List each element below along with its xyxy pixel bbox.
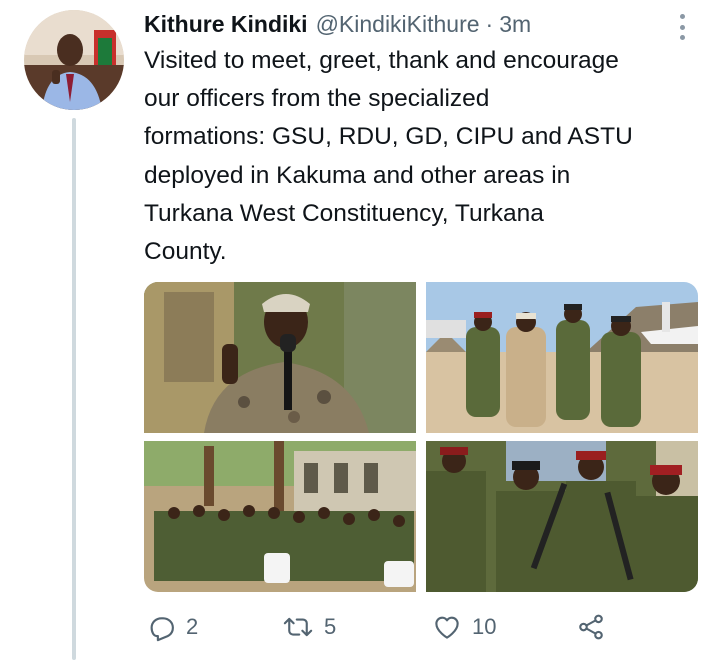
tweet-header: Kithure Kindiki @KindikiKithure · 3m — [144, 8, 704, 40]
photo-officers-seated-outdoors[interactable] — [144, 441, 416, 592]
retweet-icon — [283, 617, 313, 637]
media-grid — [144, 282, 698, 592]
reply-button[interactable]: 2 — [146, 612, 198, 642]
tweet-text-line: formations: GSU, RDU, GD, CIPU and ASTU — [144, 123, 633, 151]
tweet-actions: 2 5 10 — [144, 612, 704, 648]
share-icon — [579, 614, 603, 640]
photo-officers-walking-airstrip[interactable] — [426, 282, 698, 433]
avatar[interactable] — [24, 10, 124, 110]
like-count: 10 — [472, 614, 497, 639]
separator-dot: · — [485, 10, 494, 37]
author-name[interactable]: Kithure Kindiki — [144, 11, 308, 38]
tweet-text-line: County. — [144, 238, 227, 266]
reply-icon — [150, 617, 174, 642]
like-button[interactable]: 10 — [432, 612, 496, 642]
timestamp[interactable]: 3m — [499, 11, 531, 38]
tweet-text: Visited to meet, greet, thank and encour… — [144, 42, 704, 271]
photo-officers-with-rifles[interactable] — [426, 441, 698, 592]
tweet-text-line: deployed in Kakuma and other areas in — [144, 161, 571, 189]
tweet-text-line: Visited to meet, greet, thank and encour… — [144, 47, 619, 74]
retweet-button[interactable]: 5 — [282, 612, 336, 642]
heart-icon — [435, 616, 459, 639]
retweet-count: 5 — [324, 614, 337, 639]
thread-line — [72, 118, 76, 660]
reply-count: 2 — [186, 614, 199, 639]
tweet-text-line: our officers from the specialized — [144, 85, 490, 113]
photo-speaker-with-microphone[interactable] — [144, 282, 416, 433]
author-handle[interactable]: @KindikiKithure — [316, 11, 480, 38]
more-options-icon[interactable] — [672, 10, 692, 44]
share-button[interactable] — [576, 612, 606, 642]
tweet-text-line: Turkana West Constituency, Turkana — [144, 199, 544, 227]
